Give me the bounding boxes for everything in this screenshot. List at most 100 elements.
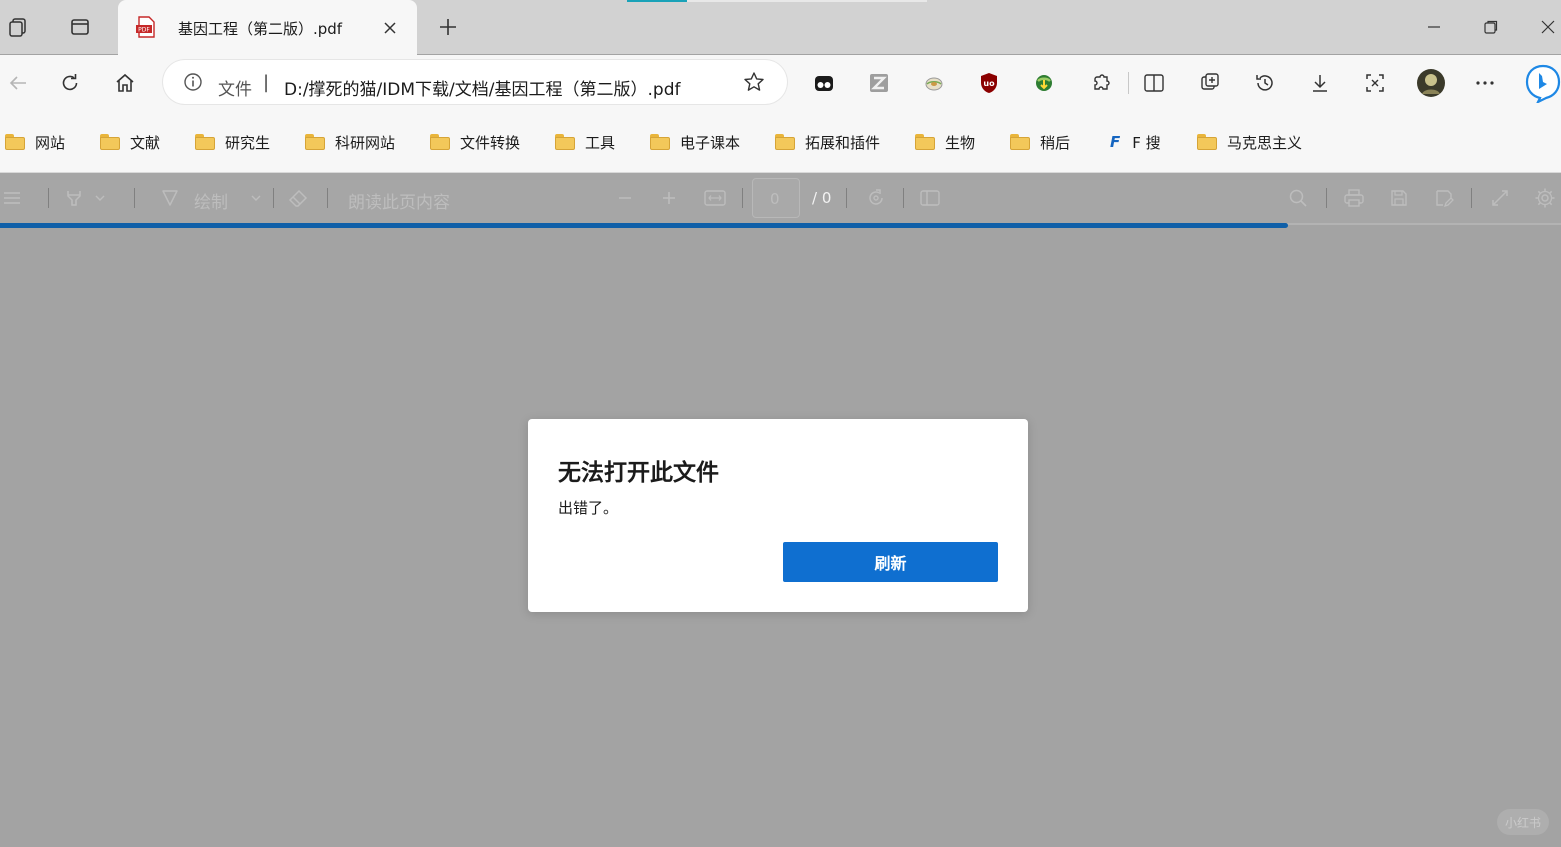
back-icon[interactable] — [0, 65, 36, 101]
bookmark-label: 文献 — [130, 133, 161, 152]
save-icon[interactable] — [1381, 180, 1417, 216]
bookmark-folder[interactable]: 生物 — [915, 130, 975, 154]
tab-loading-track — [687, 0, 927, 2]
eraser-icon[interactable] — [281, 180, 317, 216]
page-view-icon[interactable] — [912, 180, 948, 216]
bookmark-folder[interactable]: 稍后 — [1010, 130, 1070, 154]
settings-gear-icon[interactable] — [1527, 180, 1561, 216]
history-icon[interactable] — [1247, 65, 1283, 101]
search-icon[interactable] — [1280, 180, 1316, 216]
toolbar-divider — [134, 188, 135, 208]
toolbar-divider — [327, 188, 328, 208]
save-as-icon[interactable] — [1426, 180, 1462, 216]
bookmark-label: 拓展和插件 — [805, 133, 881, 152]
page-number-input[interactable]: 0 — [752, 178, 800, 218]
bookmark-folder[interactable]: 工具 — [555, 130, 615, 154]
fullscreen-icon[interactable] — [1482, 180, 1518, 216]
folder-icon — [305, 134, 325, 150]
bookmark-label: 稍后 — [1040, 133, 1071, 152]
new-tab-icon[interactable] — [430, 9, 466, 45]
profile-avatar[interactable] — [1413, 65, 1449, 101]
favorite-star-icon[interactable] — [743, 71, 765, 93]
bookmark-folder[interactable]: 马克思主义 — [1197, 130, 1302, 154]
bookmarks-bar: 网站 文献 研究生 科研网站 文件转换 工具 电子课本 拓展和插件 生物 稍后 … — [0, 112, 1561, 173]
toolbar-divider — [1128, 72, 1129, 94]
bookmark-label: 工具 — [585, 133, 616, 152]
workspaces-icon[interactable] — [0, 9, 36, 45]
close-tab-icon[interactable] — [376, 14, 404, 42]
f-search-icon: F — [1110, 133, 1121, 151]
bookmark-folder[interactable]: 网站 — [5, 130, 65, 154]
minimize-icon[interactable] — [1416, 9, 1452, 45]
toolbar-divider — [742, 188, 743, 208]
address-separator: | — [263, 72, 270, 93]
screenshot-icon[interactable] — [1357, 65, 1393, 101]
chevron-down-icon[interactable] — [246, 180, 266, 216]
collections-icon[interactable] — [1192, 65, 1228, 101]
bookmark-label: 网站 — [35, 133, 66, 152]
bookmark-folder[interactable]: 科研网站 — [305, 130, 395, 154]
folder-icon — [1010, 134, 1030, 150]
draw-pen-icon[interactable] — [152, 180, 188, 216]
restore-icon[interactable] — [1473, 9, 1509, 45]
bookmark-label: 生物 — [945, 133, 976, 152]
translate-extension-icon[interactable] — [916, 65, 952, 101]
error-dialog: 无法打开此文件 出错了。 刷新 — [528, 419, 1028, 612]
refresh-icon[interactable] — [52, 65, 88, 101]
toolbar-divider — [48, 188, 49, 208]
bookmark-label: 马克思主义 — [1227, 133, 1303, 152]
address-url[interactable]: D:/撑死的猫/IDM下载/文档/基因工程（第二版）.pdf — [284, 75, 680, 100]
site-info-icon[interactable] — [183, 72, 203, 92]
bookmark-folder[interactable]: 文献 — [100, 130, 160, 154]
contents-list-icon[interactable] — [0, 180, 30, 216]
more-options-icon[interactable] — [1467, 65, 1503, 101]
bookmark-label: 电子课本 — [680, 133, 741, 152]
chevron-down-icon[interactable] — [90, 180, 110, 216]
svg-text:uo: uo — [983, 79, 995, 88]
copilot-bing-icon[interactable] — [1522, 61, 1561, 105]
print-icon[interactable] — [1336, 180, 1372, 216]
close-window-icon[interactable] — [1530, 9, 1561, 45]
bookmark-folder[interactable]: 研究生 — [195, 130, 270, 154]
highlight-icon[interactable] — [56, 180, 92, 216]
home-icon[interactable] — [107, 65, 143, 101]
tab-loading-accent — [627, 0, 687, 2]
page-total: / 0 — [812, 189, 832, 207]
read-aloud-button[interactable]: 朗读此页内容 — [348, 188, 450, 213]
ublock-origin-icon[interactable]: uo — [971, 65, 1007, 101]
folder-icon — [100, 134, 120, 150]
refresh-button[interactable]: 刷新 — [783, 542, 998, 582]
address-bar[interactable]: 文件 | D:/撑死的猫/IDM下载/文档/基因工程（第二版）.pdf — [163, 60, 787, 104]
zoom-out-icon[interactable] — [607, 180, 643, 216]
vertical-tabs-icon[interactable] — [62, 9, 98, 45]
navigation-toolbar: 文件 | D:/撑死的猫/IDM下载/文档/基因工程（第二版）.pdf uo — [0, 55, 1561, 112]
extension-dark-icon[interactable] — [806, 65, 842, 101]
bookmark-folder[interactable]: 文件转换 — [430, 130, 520, 154]
bookmark-folder[interactable]: 拓展和插件 — [775, 130, 880, 154]
draw-label[interactable]: 绘制 — [194, 188, 228, 213]
rotate-icon[interactable] — [858, 180, 894, 216]
address-scheme-label: 文件 — [218, 80, 252, 100]
folder-icon — [5, 134, 25, 150]
bookmark-label: 文件转换 — [460, 133, 521, 152]
toolbar-divider — [846, 188, 847, 208]
extensions-puzzle-icon[interactable] — [1082, 65, 1118, 101]
toolbar-divider — [903, 188, 904, 208]
toolbar-divider — [1471, 188, 1472, 208]
fit-width-icon[interactable] — [697, 180, 733, 216]
zotero-z-icon[interactable] — [861, 65, 897, 101]
bookmark-folder[interactable]: 电子课本 — [650, 130, 740, 154]
bookmark-f-search[interactable]: FF 搜 — [1110, 130, 1161, 154]
split-screen-icon[interactable] — [1136, 65, 1172, 101]
downloads-icon[interactable] — [1302, 65, 1338, 101]
tab-strip: PDF 基因工程（第二版）.pdf — [0, 0, 1561, 55]
page-number-value: 0 — [770, 190, 780, 208]
watermark: 小红书 — [1497, 809, 1549, 835]
dialog-message: 出错了。 — [558, 499, 619, 517]
idm-extension-icon[interactable] — [1026, 65, 1062, 101]
tab-active[interactable]: PDF 基因工程（第二版）.pdf — [118, 0, 417, 55]
loading-progress-bar — [0, 223, 1288, 228]
zoom-in-icon[interactable] — [651, 180, 687, 216]
folder-icon — [430, 134, 450, 150]
pdf-toolbar: 绘制 朗读此页内容 0 / 0 — [0, 173, 1561, 223]
